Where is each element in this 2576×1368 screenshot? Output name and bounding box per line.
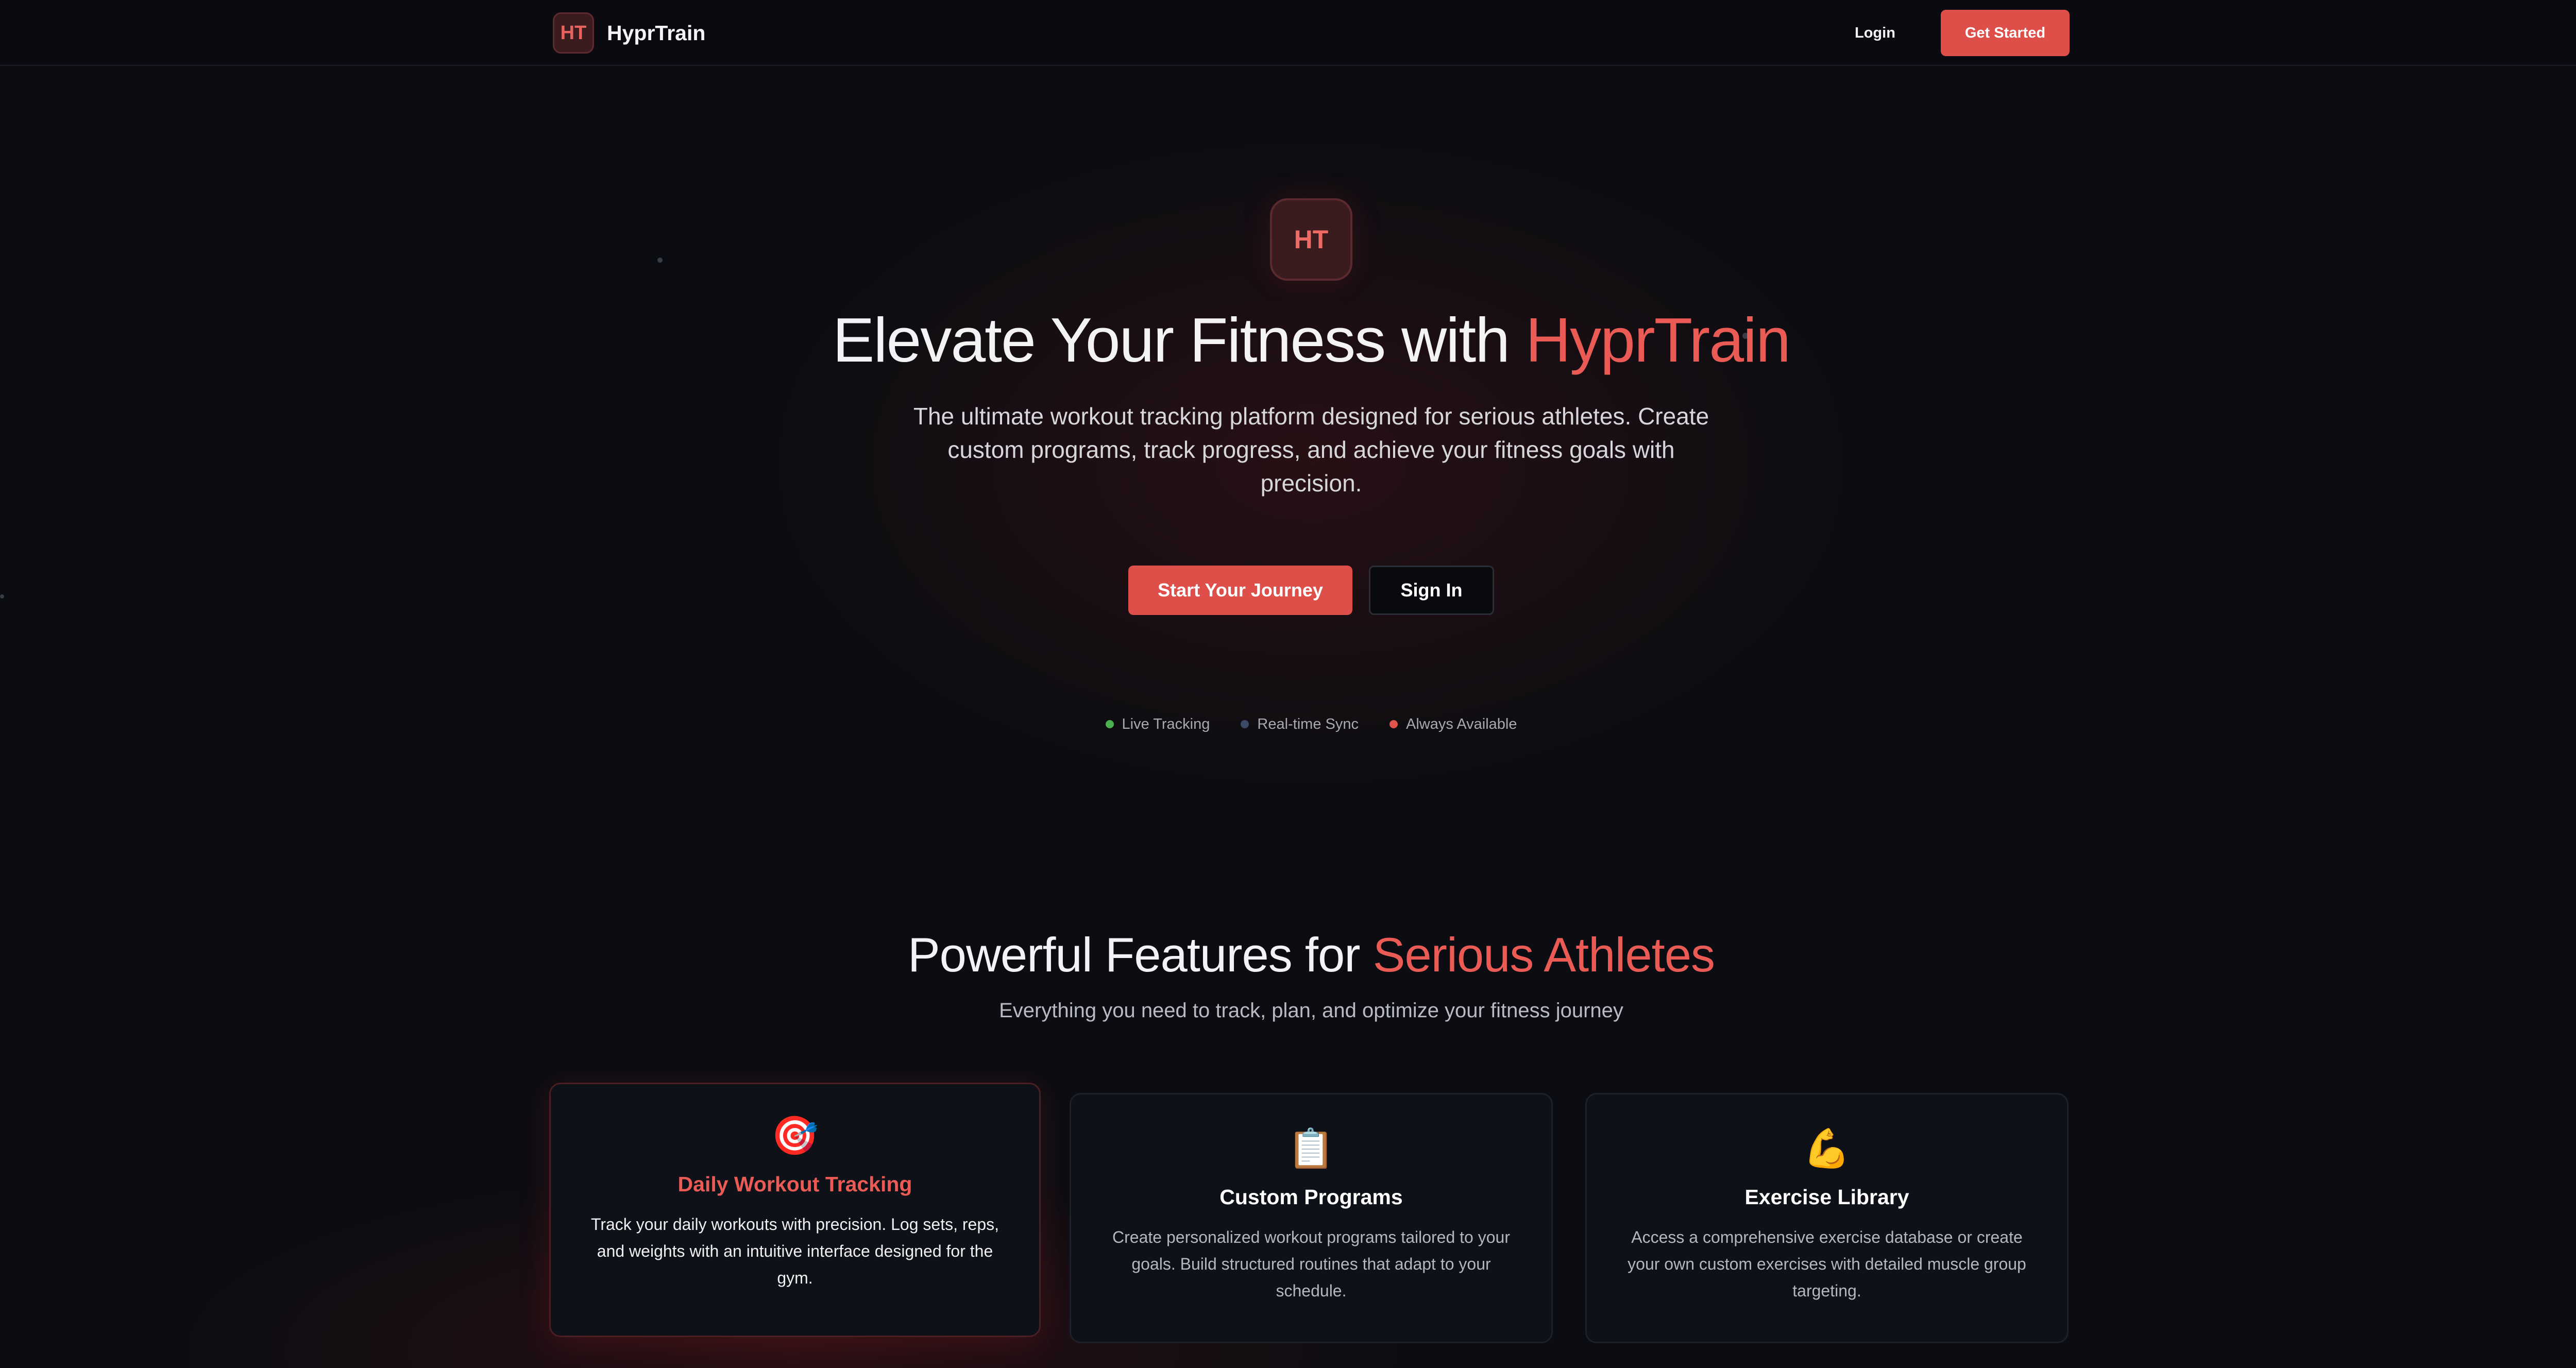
features-title-accent: Serious Athletes: [1372, 928, 1715, 982]
target-icon: 🎯: [771, 1114, 819, 1158]
landing-page: HT HyprTrain Login Get Started HT Elevat…: [0, 0, 2576, 1368]
status-realtime-sync: Real-time Sync: [1241, 716, 1359, 733]
feature-card-daily-tracking[interactable]: 🎯 Daily Workout Tracking Track your dail…: [549, 1083, 1041, 1337]
hero-title-prefix: Elevate Your Fitness with: [833, 305, 1526, 375]
get-started-button[interactable]: Get Started: [1941, 10, 2070, 56]
feature-card-title: Custom Programs: [1219, 1185, 1403, 1209]
login-link[interactable]: Login: [1855, 21, 1895, 45]
status-dot-green: [1105, 720, 1114, 728]
feature-card-title: Daily Workout Tracking: [677, 1172, 912, 1196]
hero-subtitle: The ultimate workout tracking platform d…: [913, 403, 1709, 497]
features-title: Powerful Features for Serious Athletes: [0, 927, 2576, 983]
clipboard-icon: 📋: [1287, 1126, 1335, 1171]
feature-card-description: Track your daily workouts with precision…: [590, 1215, 999, 1287]
status-label: Real-time Sync: [1257, 715, 1359, 732]
start-journey-button[interactable]: Start Your Journey: [1128, 566, 1352, 615]
decorative-dot: [657, 258, 663, 263]
brand-name: HyprTrain: [607, 21, 706, 45]
feature-card-custom-programs[interactable]: 📋 Custom Programs Create personalized wo…: [1070, 1093, 1553, 1343]
sign-in-button[interactable]: Sign In: [1369, 566, 1494, 615]
feature-card-description: Access a comprehensive exercise database…: [1628, 1228, 2026, 1300]
status-dot-red: [1389, 720, 1398, 728]
hero-logo: HT: [1270, 198, 1352, 281]
feature-card-description: Create personalized workout programs tai…: [1112, 1228, 1510, 1300]
status-always-available: Always Available: [1389, 716, 1517, 733]
brand-logo-link[interactable]: HT HyprTrain: [553, 11, 705, 55]
flexed-biceps-icon: 💪: [1803, 1126, 1851, 1171]
features-subtitle: Everything you need to track, plan, and …: [999, 999, 1623, 1022]
feature-card-title: Exercise Library: [1744, 1185, 1909, 1209]
hero-title-accent: HyprTrain: [1525, 305, 1791, 375]
status-indicators: Live Tracking Real-time Sync Always Avai…: [0, 713, 2576, 736]
decorative-dot: [0, 594, 4, 598]
status-dot-blue: [1241, 720, 1249, 728]
features-title-prefix: Powerful Features for: [907, 928, 1373, 982]
hero-title: Elevate Your Fitness with HyprTrain: [0, 304, 2576, 376]
top-navbar: HT HyprTrain Login Get Started: [0, 0, 2576, 66]
feature-card-exercise-library[interactable]: 💪 Exercise Library Access a comprehensiv…: [1585, 1093, 2069, 1343]
status-live-tracking: Live Tracking: [1105, 715, 1210, 733]
status-label: Always Available: [1406, 715, 1517, 732]
brand-badge: HT: [553, 12, 594, 54]
status-label: Live Tracking: [1122, 715, 1210, 732]
